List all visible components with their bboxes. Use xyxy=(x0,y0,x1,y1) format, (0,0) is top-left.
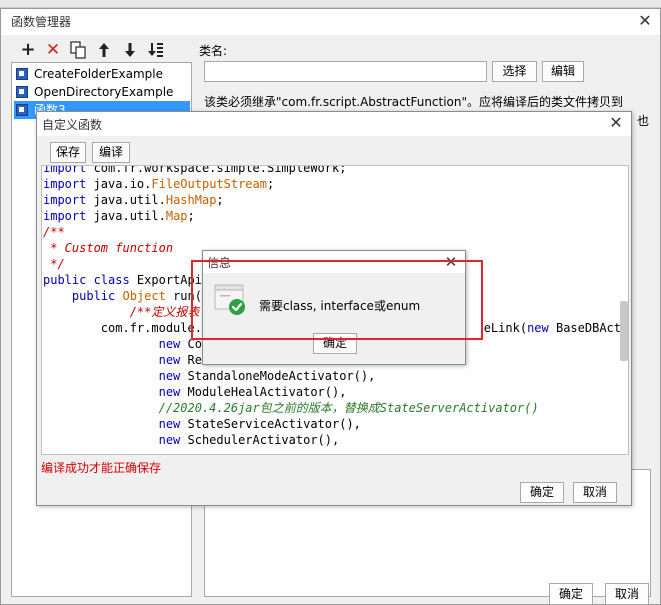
list-item-label: OpenDirectoryExample xyxy=(34,85,174,99)
function-file-icon xyxy=(16,86,28,98)
background-window-strip xyxy=(0,0,661,8)
code-line: //2020.4.26jar包之前的版本，替换成StateServerActiv… xyxy=(158,401,539,415)
code-line: new StandaloneModeActivator(), xyxy=(158,369,376,383)
code-line: import java.io.FileOutputStream; xyxy=(43,177,275,191)
code-line: import com.fr.workspace.simple.SimpleWor… xyxy=(43,165,347,175)
class-description-tail: 也 xyxy=(637,114,650,128)
edit-button[interactable]: 编辑 xyxy=(542,61,584,82)
custom-title: 自定义函数 xyxy=(42,118,103,132)
move-up-icon[interactable] xyxy=(93,39,115,61)
code-line: new StateServiceActivator(), xyxy=(158,417,361,431)
custom-titlebar: 自定义函数 ✕ xyxy=(37,112,631,136)
copy-icon[interactable] xyxy=(67,39,89,61)
save-button[interactable]: 保存 xyxy=(50,142,86,163)
main-cancel-button[interactable]: 取消 xyxy=(605,583,649,605)
list-item[interactable]: CreateFolderExample xyxy=(14,65,190,83)
move-down-icon[interactable] xyxy=(119,39,141,61)
function-file-icon xyxy=(16,104,28,116)
compile-button[interactable]: 编译 xyxy=(92,142,130,163)
list-item-label: CreateFolderExample xyxy=(34,67,164,81)
select-button[interactable]: 选择 xyxy=(492,61,537,82)
class-name-input[interactable] xyxy=(204,61,487,82)
code-line: new SchedulerActivator(), xyxy=(158,433,340,447)
custom-cancel-button[interactable]: 取消 xyxy=(573,482,617,503)
class-description-text: 该类必须继承"com.fr.script.AbstractFunction"。应… xyxy=(204,95,624,109)
code-line: import java.util.Map; xyxy=(43,209,195,223)
list-item[interactable]: OpenDirectoryExample xyxy=(14,83,190,101)
custom-ok-button[interactable]: 确定 xyxy=(520,482,564,503)
main-ok-button[interactable]: 确定 xyxy=(549,583,593,605)
compile-message: 编译成功才能正确保存 xyxy=(41,461,162,475)
class-name-label: 类名: xyxy=(199,44,228,58)
highlight-annotation xyxy=(191,260,483,340)
sort-icon[interactable] xyxy=(145,39,167,61)
code-line: import java.util.HashMap; xyxy=(43,193,224,207)
main-title: 函数管理器 xyxy=(11,15,72,29)
function-file-icon xyxy=(16,68,28,80)
delete-icon[interactable]: ✕ xyxy=(42,39,64,61)
code-line: /** xyxy=(43,225,65,239)
main-titlebar: 函数管理器 ✕ xyxy=(1,9,660,35)
main-close-icon[interactable]: ✕ xyxy=(635,11,655,31)
code-line: new ModuleHealActivator(), xyxy=(158,385,347,399)
code-scrollbar[interactable] xyxy=(620,301,628,361)
add-icon[interactable]: + xyxy=(17,39,39,61)
custom-close-icon[interactable]: ✕ xyxy=(606,113,626,133)
